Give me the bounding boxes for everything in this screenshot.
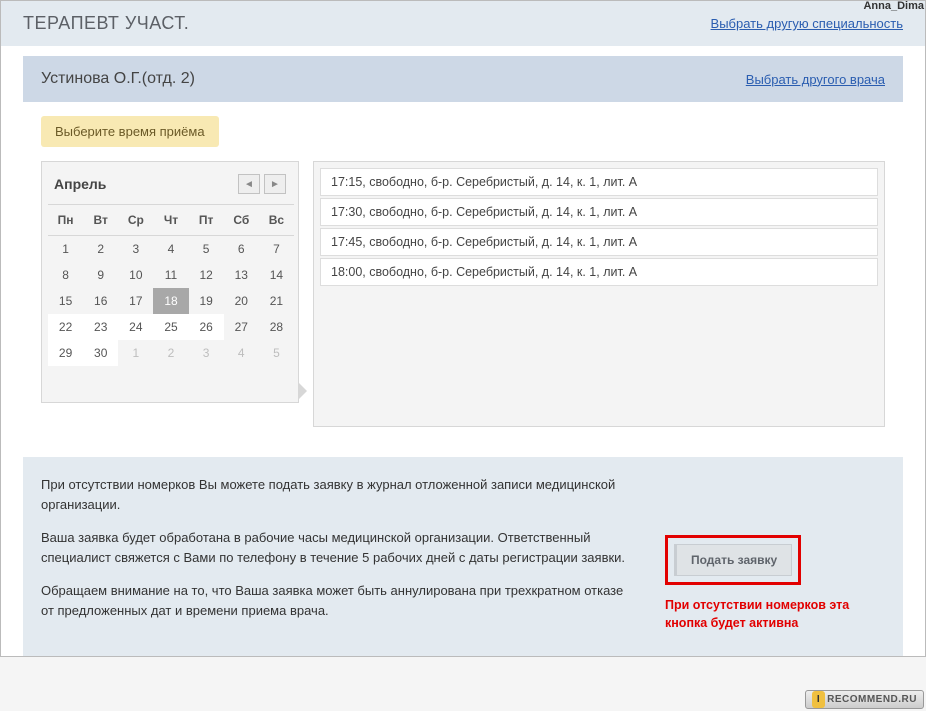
calendar-day[interactable]: 22 <box>48 314 83 340</box>
specialty-header: ТЕРАПЕВТ УЧАСТ. Выбрать другую специальн… <box>1 1 925 46</box>
calendar-day[interactable]: 17 <box>118 288 153 314</box>
calendar-dow: Вт <box>83 205 118 236</box>
calendar-day[interactable]: 1 <box>48 236 83 262</box>
calendar-day[interactable]: 24 <box>118 314 153 340</box>
time-slots-panel: 17:15, свободно, б-р. Серебристый, д. 14… <box>313 161 885 427</box>
calendar-day[interactable]: 29 <box>48 340 83 366</box>
info-paragraph: Ваша заявка будет обработана в рабочие ч… <box>41 528 635 567</box>
calendar-prev-button[interactable]: ◄ <box>238 174 260 194</box>
calendar-day[interactable]: 5 <box>189 236 224 262</box>
calendar-day[interactable]: 8 <box>48 262 83 288</box>
calendar-day[interactable]: 2 <box>153 340 188 366</box>
calendar-dow: Вс <box>259 205 294 236</box>
calendar-day[interactable]: 7 <box>259 236 294 262</box>
highlight-note: При отсутствии номерков эта кнопка будет… <box>665 597 885 632</box>
calendar-day[interactable]: 10 <box>118 262 153 288</box>
doctor-header: Устинова О.Г.(отд. 2) Выбрать другого вр… <box>23 56 903 102</box>
calendar-day[interactable]: 16 <box>83 288 118 314</box>
calendar-dow: Пн <box>48 205 83 236</box>
change-doctor-link[interactable]: Выбрать другого врача <box>746 72 885 87</box>
calendar-day[interactable]: 4 <box>224 340 259 366</box>
time-slot[interactable]: 17:45, свободно, б-р. Серебристый, д. 14… <box>320 228 878 256</box>
calendar-day[interactable]: 28 <box>259 314 294 340</box>
calendar-grid: ПнВтСрЧтПтСбВс 1234567891011121314151617… <box>48 204 294 366</box>
watermark-site: IRECOMMEND.RU <box>805 690 924 709</box>
calendar-day[interactable]: 13 <box>224 262 259 288</box>
doctor-name: Устинова О.Г.(отд. 2) <box>41 70 195 88</box>
calendar-day[interactable]: 30 <box>83 340 118 366</box>
calendar-day[interactable]: 27 <box>224 314 259 340</box>
calendar-day[interactable]: 11 <box>153 262 188 288</box>
calendar-dow: Пт <box>189 205 224 236</box>
calendar-dow: Чт <box>153 205 188 236</box>
calendar-day[interactable]: 18 <box>153 288 188 314</box>
info-paragraph: Обращаем внимание на то, что Ваша заявка… <box>41 581 635 620</box>
calendar-next-button[interactable]: ► <box>264 174 286 194</box>
calendar-day[interactable]: 26 <box>189 314 224 340</box>
calendar-day[interactable]: 3 <box>118 236 153 262</box>
select-time-hint: Выберите время приёма <box>41 116 219 147</box>
deferred-request-info: При отсутствии номерков Вы можете подать… <box>23 457 903 656</box>
time-slot[interactable]: 17:15, свободно, б-р. Серебристый, д. 14… <box>320 168 878 196</box>
calendar: Апрель ◄ ► ПнВтСрЧтПтСбВс 12345678910111… <box>41 161 299 403</box>
calendar-month: Апрель <box>54 176 106 192</box>
watermark-user: Anna_Dima <box>863 0 924 12</box>
highlight-box: Подать заявку <box>665 535 801 585</box>
change-specialty-link[interactable]: Выбрать другую специальность <box>711 16 903 31</box>
calendar-day[interactable]: 1 <box>118 340 153 366</box>
calendar-day[interactable]: 19 <box>189 288 224 314</box>
info-paragraph: При отсутствии номерков Вы можете подать… <box>41 475 635 514</box>
calendar-day[interactable]: 4 <box>153 236 188 262</box>
calendar-day[interactable]: 9 <box>83 262 118 288</box>
calendar-day[interactable]: 15 <box>48 288 83 314</box>
calendar-dow: Ср <box>118 205 153 236</box>
calendar-dow: Сб <box>224 205 259 236</box>
calendar-day[interactable]: 23 <box>83 314 118 340</box>
calendar-day[interactable]: 21 <box>259 288 294 314</box>
specialty-title: ТЕРАПЕВТ УЧАСТ. <box>23 13 189 34</box>
submit-request-button[interactable]: Подать заявку <box>674 544 792 576</box>
calendar-day[interactable]: 6 <box>224 236 259 262</box>
calendar-day[interactable]: 20 <box>224 288 259 314</box>
calendar-day[interactable]: 14 <box>259 262 294 288</box>
calendar-day[interactable]: 25 <box>153 314 188 340</box>
time-slot[interactable]: 18:00, свободно, б-р. Серебристый, д. 14… <box>320 258 878 286</box>
calendar-day[interactable]: 2 <box>83 236 118 262</box>
calendar-day[interactable]: 5 <box>259 340 294 366</box>
calendar-pointer-icon <box>298 382 307 400</box>
calendar-day[interactable]: 12 <box>189 262 224 288</box>
calendar-day[interactable]: 3 <box>189 340 224 366</box>
time-slot[interactable]: 17:30, свободно, б-р. Серебристый, д. 14… <box>320 198 878 226</box>
